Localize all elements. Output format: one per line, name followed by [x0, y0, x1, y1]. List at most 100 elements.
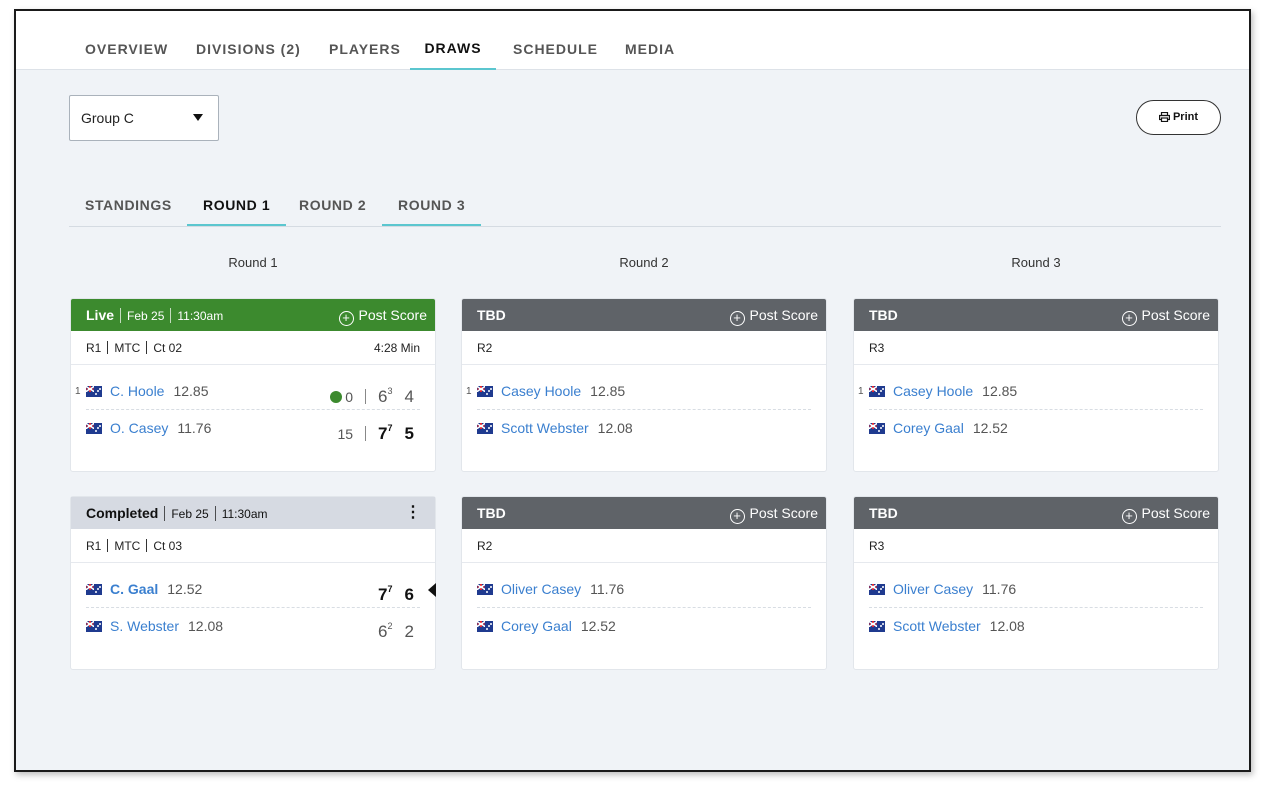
- round-label: R2: [477, 539, 493, 553]
- group-select[interactable]: Group C: [69, 95, 219, 141]
- player-name[interactable]: Casey Hoole: [893, 383, 973, 399]
- australia-flag-icon: [477, 423, 493, 434]
- player-rating: 12.85: [173, 383, 209, 399]
- court-label: Ct 02: [153, 341, 183, 355]
- status-label: TBD: [477, 307, 506, 323]
- match-header: Completed Feb 25 11:30am ⋮: [71, 497, 435, 529]
- match-date: Feb 25: [127, 309, 165, 323]
- status-label: TBD: [869, 505, 898, 521]
- tennis-ball-icon: [330, 391, 343, 403]
- australia-flag-icon: [86, 423, 102, 434]
- seed: 1: [75, 386, 81, 397]
- tab-divisions[interactable]: DIVISIONS (2): [180, 11, 317, 70]
- set-score: 77: [378, 423, 393, 443]
- top-nav: OVERVIEW DIVISIONS (2) PLAYERS DRAWS SCH…: [16, 11, 1249, 70]
- tab-round-3[interactable]: ROUND 3: [382, 185, 482, 226]
- match-header: TBD + Post Score: [462, 299, 826, 331]
- column-heading-round-1: Round 1: [228, 255, 278, 270]
- player-name[interactable]: O. Casey: [110, 420, 168, 436]
- match-header: TBD + Post Score: [462, 497, 826, 529]
- match-meta: R1 MTC Ct 02 4:28 Min: [71, 331, 435, 365]
- plus-circle-icon: +: [729, 509, 745, 524]
- player-name[interactable]: C. Hoole: [110, 383, 164, 399]
- player-row: Scott Webster 12.08: [869, 608, 1203, 645]
- post-score-button[interactable]: + Post Score: [729, 497, 818, 529]
- australia-flag-icon: [86, 584, 102, 595]
- tab-overview[interactable]: OVERVIEW: [69, 11, 184, 70]
- group-select-value: Group C: [81, 110, 134, 126]
- player-name[interactable]: Scott Webster: [501, 420, 589, 436]
- match-meta: R2: [462, 331, 826, 365]
- player-rating: 11.76: [590, 581, 625, 597]
- player-rating: 12.08: [989, 618, 1025, 634]
- round-label: R1: [86, 539, 102, 553]
- match-meta: R3: [854, 331, 1218, 365]
- status-label: TBD: [869, 307, 898, 323]
- player-name[interactable]: Casey Hoole: [501, 383, 581, 399]
- tab-round-2[interactable]: ROUND 2: [283, 185, 382, 226]
- player-rating: 12.08: [597, 420, 633, 436]
- match-card: TBD + Post Score R3 1 Casey Hoole 12.85 Co…: [853, 298, 1219, 472]
- player-name[interactable]: C. Gaal: [110, 581, 158, 597]
- print-button[interactable]: Print: [1136, 100, 1221, 135]
- tab-standings[interactable]: STANDINGS: [69, 185, 188, 226]
- column-heading-round-2: Round 2: [619, 255, 669, 270]
- match-card: Completed Feb 25 11:30am ⋮ R1 MTC Ct 03 C. G…: [70, 496, 436, 670]
- post-score-button[interactable]: + Post Score: [338, 299, 427, 331]
- player-row: O. Casey 11.76 15 77 5: [86, 410, 420, 447]
- tab-schedule[interactable]: SCHEDULE: [497, 11, 614, 70]
- match-meta: R1 MTC Ct 03: [71, 529, 435, 563]
- print-label: Print: [1172, 111, 1199, 123]
- player-row: Oliver Casey 11.76: [477, 571, 811, 608]
- australia-flag-icon: [477, 386, 493, 397]
- set-score: 2: [404, 622, 414, 641]
- more-vertical-icon[interactable]: ⋮: [405, 497, 421, 529]
- player-rating: 11.76: [982, 581, 1017, 597]
- match-time: 11:30am: [177, 309, 224, 323]
- post-score-button[interactable]: + Post Score: [1121, 299, 1210, 331]
- match-time: 11:30am: [221, 507, 268, 521]
- status-label: Live: [86, 307, 115, 323]
- player-name[interactable]: S. Webster: [110, 618, 179, 634]
- match-card: TBD + Post Score R2 1 Casey Hoole 12.85 Sc…: [461, 298, 827, 472]
- seed: 1: [858, 386, 864, 397]
- australia-flag-icon: [869, 621, 885, 632]
- set-score: 77: [378, 584, 393, 604]
- venue-label: MTC: [114, 539, 141, 553]
- court-label: Ct 03: [153, 539, 183, 553]
- player-row: C. Gaal 12.52 77 6: [86, 571, 436, 608]
- match-header: TBD + Post Score: [854, 497, 1218, 529]
- game-points: 15: [337, 426, 354, 442]
- tab-players[interactable]: PLAYERS: [313, 11, 417, 70]
- match-meta: R2: [462, 529, 826, 563]
- player-row: S. Webster 12.08 62 2: [86, 608, 420, 645]
- player-name[interactable]: Scott Webster: [893, 618, 981, 634]
- australia-flag-icon: [869, 386, 885, 397]
- player-row: Oliver Casey 11.76: [869, 571, 1203, 608]
- player-name[interactable]: Oliver Casey: [501, 581, 581, 597]
- player-name[interactable]: Corey Gaal: [893, 420, 964, 436]
- round-tabs: STANDINGS ROUND 1 ROUND 2 ROUND 3: [69, 185, 1221, 227]
- round-label: R3: [869, 341, 885, 355]
- match-meta: R3: [854, 529, 1218, 563]
- player-rating: 12.52: [580, 618, 616, 634]
- set-score: 62: [378, 621, 393, 641]
- player-row: Scott Webster 12.08: [477, 410, 811, 447]
- score-line: 62 2: [366, 608, 414, 650]
- tab-draws[interactable]: DRAWS: [410, 11, 496, 70]
- venue-label: MTC: [114, 341, 141, 355]
- player-name[interactable]: Corey Gaal: [501, 618, 572, 634]
- tab-round-1[interactable]: ROUND 1: [187, 185, 287, 226]
- player-row: Corey Gaal 12.52: [869, 410, 1203, 447]
- player-name[interactable]: Oliver Casey: [893, 581, 973, 597]
- plus-circle-icon: +: [338, 311, 354, 326]
- player-rating: 12.52: [972, 420, 1008, 436]
- player-row: 1 Casey Hoole 12.85: [466, 373, 811, 410]
- post-score-button[interactable]: + Post Score: [1121, 497, 1210, 529]
- australia-flag-icon: [477, 621, 493, 632]
- player-rating: 12.52: [167, 581, 203, 597]
- match-header: Live Feb 25 11:30am + Post Score: [71, 299, 435, 331]
- post-score-button[interactable]: + Post Score: [729, 299, 818, 331]
- winner-arrow-icon: [428, 583, 436, 597]
- tab-media[interactable]: MEDIA: [609, 11, 691, 70]
